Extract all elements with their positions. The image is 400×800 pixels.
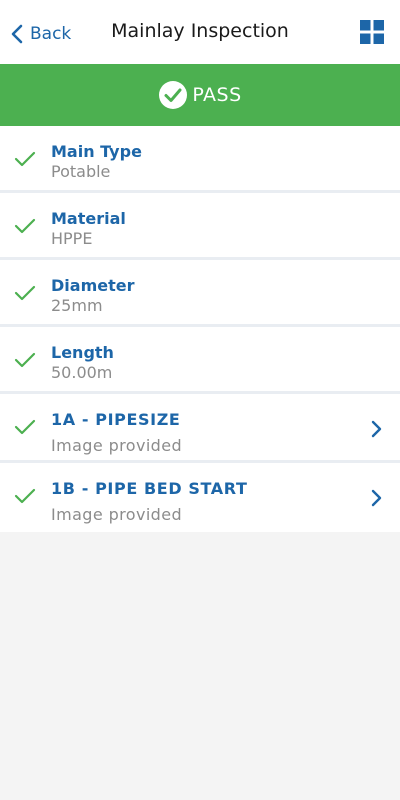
check-icon: [14, 352, 36, 368]
item-value: Image provided: [51, 505, 183, 524]
check-icon: [14, 151, 36, 167]
grid-icon: [360, 20, 384, 44]
list-item-main-type: Main Type Potable: [0, 126, 400, 193]
item-value: 25mm: [51, 296, 103, 315]
app-screen: Back Mainlay Inspection PASS Main Type P…: [0, 0, 400, 800]
status-banner: PASS: [0, 64, 400, 126]
item-label: 1A - PIPESIZE: [51, 410, 181, 429]
chevron-right-icon: [371, 489, 382, 507]
item-label: Main Type: [51, 142, 142, 161]
back-button[interactable]: Back: [10, 20, 71, 48]
item-label: Diameter: [51, 276, 135, 295]
check-icon: [14, 285, 36, 301]
chevron-left-icon: [10, 23, 24, 45]
item-value: 50.00m: [51, 363, 113, 382]
item-value: Potable: [51, 162, 111, 181]
check-icon: [14, 419, 36, 435]
empty-area: [0, 536, 400, 800]
list-item-1b-pipe-bed-start[interactable]: 1B - PIPE BED START Image provided: [0, 463, 400, 532]
list-item-length: Length 50.00m: [0, 327, 400, 394]
status-label: PASS: [192, 84, 242, 106]
top-bar: Back Mainlay Inspection: [0, 0, 400, 64]
list-item-material: Material HPPE: [0, 193, 400, 260]
inspection-list: Main Type Potable Material HPPE Diameter…: [0, 126, 400, 532]
chevron-right-icon: [371, 420, 382, 438]
item-label: Material: [51, 209, 126, 228]
list-item-1a-pipesize[interactable]: 1A - PIPESIZE Image provided: [0, 394, 400, 463]
back-label: Back: [30, 24, 72, 44]
item-value: HPPE: [51, 229, 93, 248]
item-label: 1B - PIPE BED START: [51, 479, 248, 498]
check-circle-icon: [158, 80, 188, 110]
list-item-diameter: Diameter 25mm: [0, 260, 400, 327]
check-icon: [14, 218, 36, 234]
item-label: Length: [51, 343, 114, 362]
item-value: Image provided: [51, 436, 183, 455]
check-icon: [14, 488, 36, 504]
menu-grid-button[interactable]: [360, 20, 384, 44]
